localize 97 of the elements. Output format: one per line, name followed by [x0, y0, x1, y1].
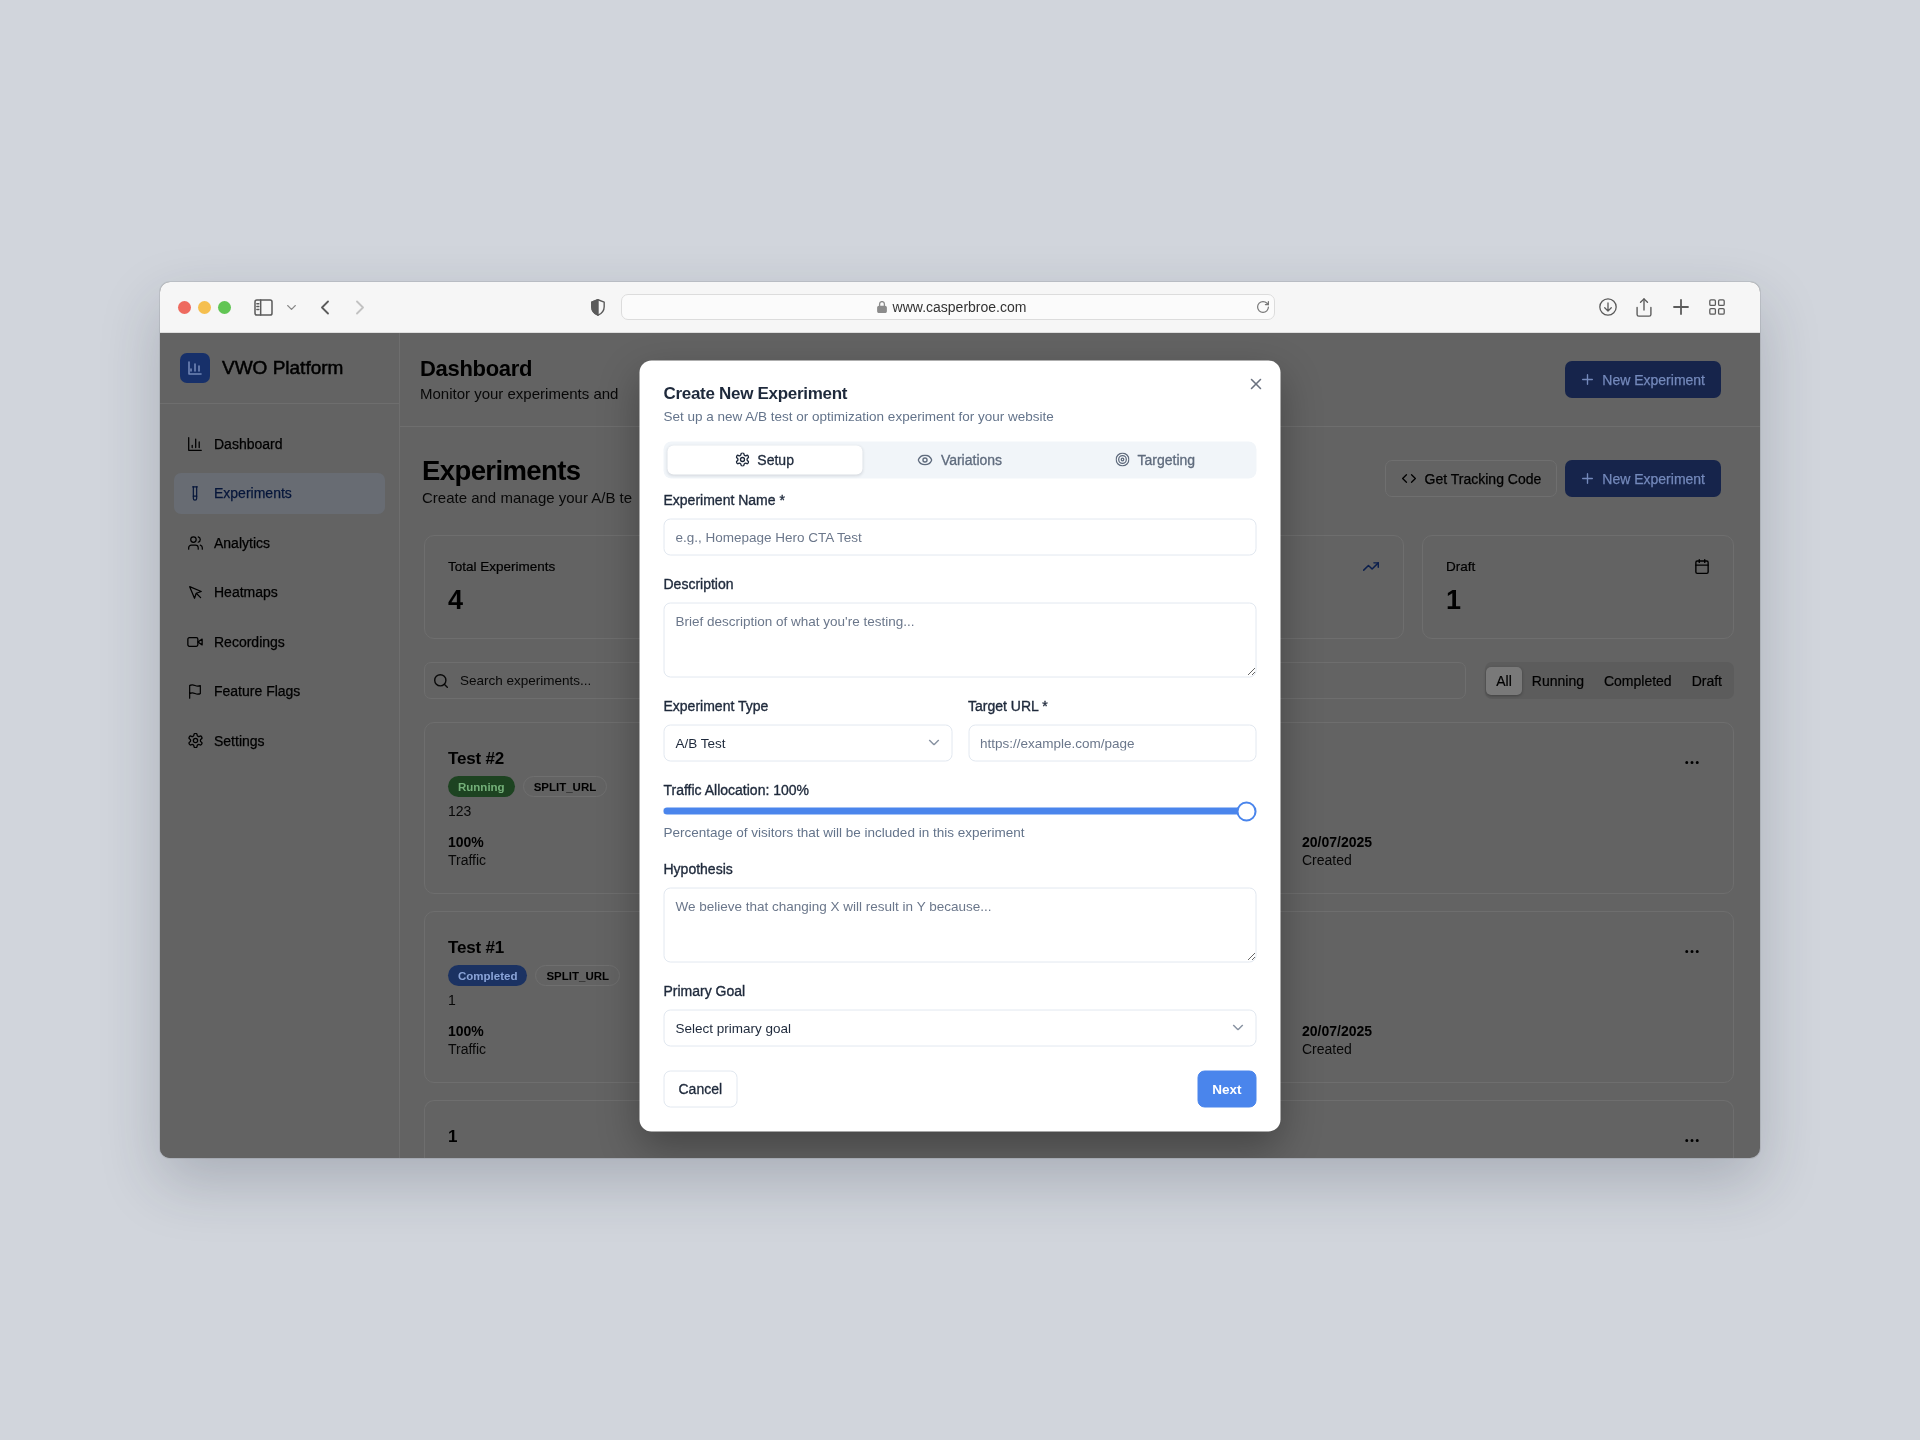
dialog-tab[interactable]: Setup: [667, 445, 863, 474]
test-tube-icon: [192, 485, 198, 501]
stat-value: 1: [1446, 584, 1463, 616]
field-label: Hypothesis: [663, 860, 734, 876]
field-label: Traffic Allocation: 100%: [663, 781, 811, 797]
trend-up-icon: [1363, 561, 1379, 571]
grid-icon[interactable]: [1709, 299, 1725, 315]
metric-value: 100%: [448, 833, 484, 851]
filter-tab[interactable]: Completed: [1593, 666, 1682, 695]
target-icon: [1115, 452, 1130, 467]
new-experiment-button[interactable]: New Experiment: [1565, 361, 1721, 398]
status-badge: Completed: [448, 965, 528, 986]
metric-label: Created: [1302, 1040, 1352, 1058]
dialog-title: Create New Experiment: [663, 382, 849, 404]
sidebar-nav-item[interactable]: Experiments: [174, 472, 385, 514]
flag-icon: [189, 683, 201, 699]
field-label: Experiment Type: [663, 697, 770, 713]
text-input[interactable]: https://example.com/page: [968, 724, 1257, 761]
field-label: Description: [663, 575, 735, 591]
experiment-description: 1: [448, 991, 457, 1009]
status-badge: Running: [448, 776, 515, 797]
share-icon[interactable]: [1636, 297, 1652, 317]
plus-icon[interactable]: [1673, 299, 1689, 315]
settings-icon: [735, 452, 750, 467]
tracking-code-button[interactable]: Get Tracking Code: [1384, 460, 1558, 497]
metric-label: Created: [1302, 851, 1352, 869]
experiment-title: Test #1: [448, 937, 505, 959]
text-input[interactable]: e.g., Homepage Hero CTA Test: [663, 518, 1257, 555]
slider-thumb[interactable]: [1236, 801, 1257, 821]
close-window-icon[interactable]: [178, 300, 191, 314]
chevron-down-icon: [1232, 1024, 1244, 1031]
field-label: Experiment Name *: [663, 491, 786, 507]
url-text: www.casperbroe.com: [892, 299, 1027, 315]
experiment-title: Test #2: [448, 748, 505, 770]
metric-label: Traffic: [448, 1040, 487, 1058]
helper-text: Percentage of visitors that will be included in this experiment: [663, 824, 1026, 840]
more-icon: [1685, 1138, 1699, 1142]
more-icon: [1685, 949, 1699, 953]
sidebar-nav-item[interactable]: Feature Flags: [174, 670, 385, 712]
cursor-icon: [188, 585, 202, 599]
stat-value: 4: [448, 584, 465, 616]
brand-name: VWO Platform: [222, 357, 344, 379]
plus-icon: [1582, 374, 1594, 385]
calendar-icon: [1695, 558, 1709, 574]
zoom-window-icon[interactable]: [218, 300, 231, 314]
filter-tab[interactable]: Running: [1521, 666, 1594, 695]
sidebar-icon[interactable]: [254, 298, 273, 316]
stat-label: Draft: [1446, 558, 1476, 574]
shield-icon[interactable]: [591, 298, 605, 316]
dialog-tab[interactable]: Targeting: [1057, 445, 1253, 474]
cancel-button[interactable]: Cancel: [663, 1070, 738, 1107]
experiment-title: 1: [448, 1126, 458, 1148]
section-subtitle: Create and manage your A/B te: [422, 488, 633, 508]
chevron-left-icon[interactable]: [321, 299, 329, 315]
metric-value: 20/07/2025: [1302, 1022, 1373, 1040]
code-icon: [1401, 474, 1416, 483]
chevron-down-icon[interactable]: [287, 304, 296, 310]
experiment-description: 123: [448, 802, 473, 820]
lock-icon: [876, 301, 887, 313]
field-label: Target URL *: [968, 697, 1049, 713]
select-dropdown[interactable]: A/B Test: [663, 724, 952, 761]
dialog-subtitle: Set up a new A/B test or optimization experiment for your website: [663, 407, 1055, 426]
field-label: Primary Goal: [663, 982, 747, 998]
video-camera-icon: [187, 636, 203, 647]
section-title: Experiments: [422, 454, 582, 488]
text-area[interactable]: Brief description of what you're testing...: [663, 602, 1257, 677]
stat-label: Total Experiments: [448, 558, 556, 574]
sidebar-nav-item[interactable]: Settings: [174, 720, 385, 761]
more-icon: [1685, 760, 1699, 764]
next-button[interactable]: Next: [1197, 1070, 1257, 1107]
metric-label: Traffic: [448, 851, 487, 869]
text-area[interactable]: We believe that changing X will result in Y because...: [663, 887, 1257, 962]
bar-chart-icon: [188, 436, 202, 451]
select-dropdown[interactable]: Select primary goal: [663, 1009, 1257, 1046]
metric-value: 100%: [448, 1022, 484, 1040]
sidebar-nav-item[interactable]: Recordings: [174, 621, 385, 662]
filter-tab[interactable]: Draft: [1681, 666, 1732, 695]
plus-icon: [1582, 473, 1594, 484]
close-icon: [1250, 378, 1261, 390]
chart-logo-icon: [180, 353, 210, 383]
sidebar-nav-item[interactable]: Heatmaps: [174, 571, 385, 613]
dialog-tab[interactable]: Variations: [862, 445, 1058, 474]
page-title: Dashboard: [420, 355, 534, 383]
settings-icon: [187, 733, 203, 748]
sidebar-nav-item[interactable]: Dashboard: [174, 423, 385, 464]
address-bar[interactable]: www.casperbroe.com: [621, 294, 1275, 320]
filter-tab[interactable]: All: [1486, 666, 1522, 695]
search-icon: [434, 673, 448, 688]
users-icon: [187, 535, 203, 550]
eye-icon: [917, 454, 933, 465]
new-experiment-button[interactable]: New Experiment: [1565, 460, 1721, 497]
reload-icon[interactable]: [1257, 301, 1269, 313]
page-subtitle: Monitor your experiments and: [420, 384, 619, 404]
download-icon[interactable]: [1599, 298, 1617, 316]
chevron-down-icon: [928, 739, 939, 746]
metric-value: 20/07/2025: [1302, 833, 1373, 851]
sidebar-nav-item[interactable]: Analytics: [174, 522, 385, 563]
